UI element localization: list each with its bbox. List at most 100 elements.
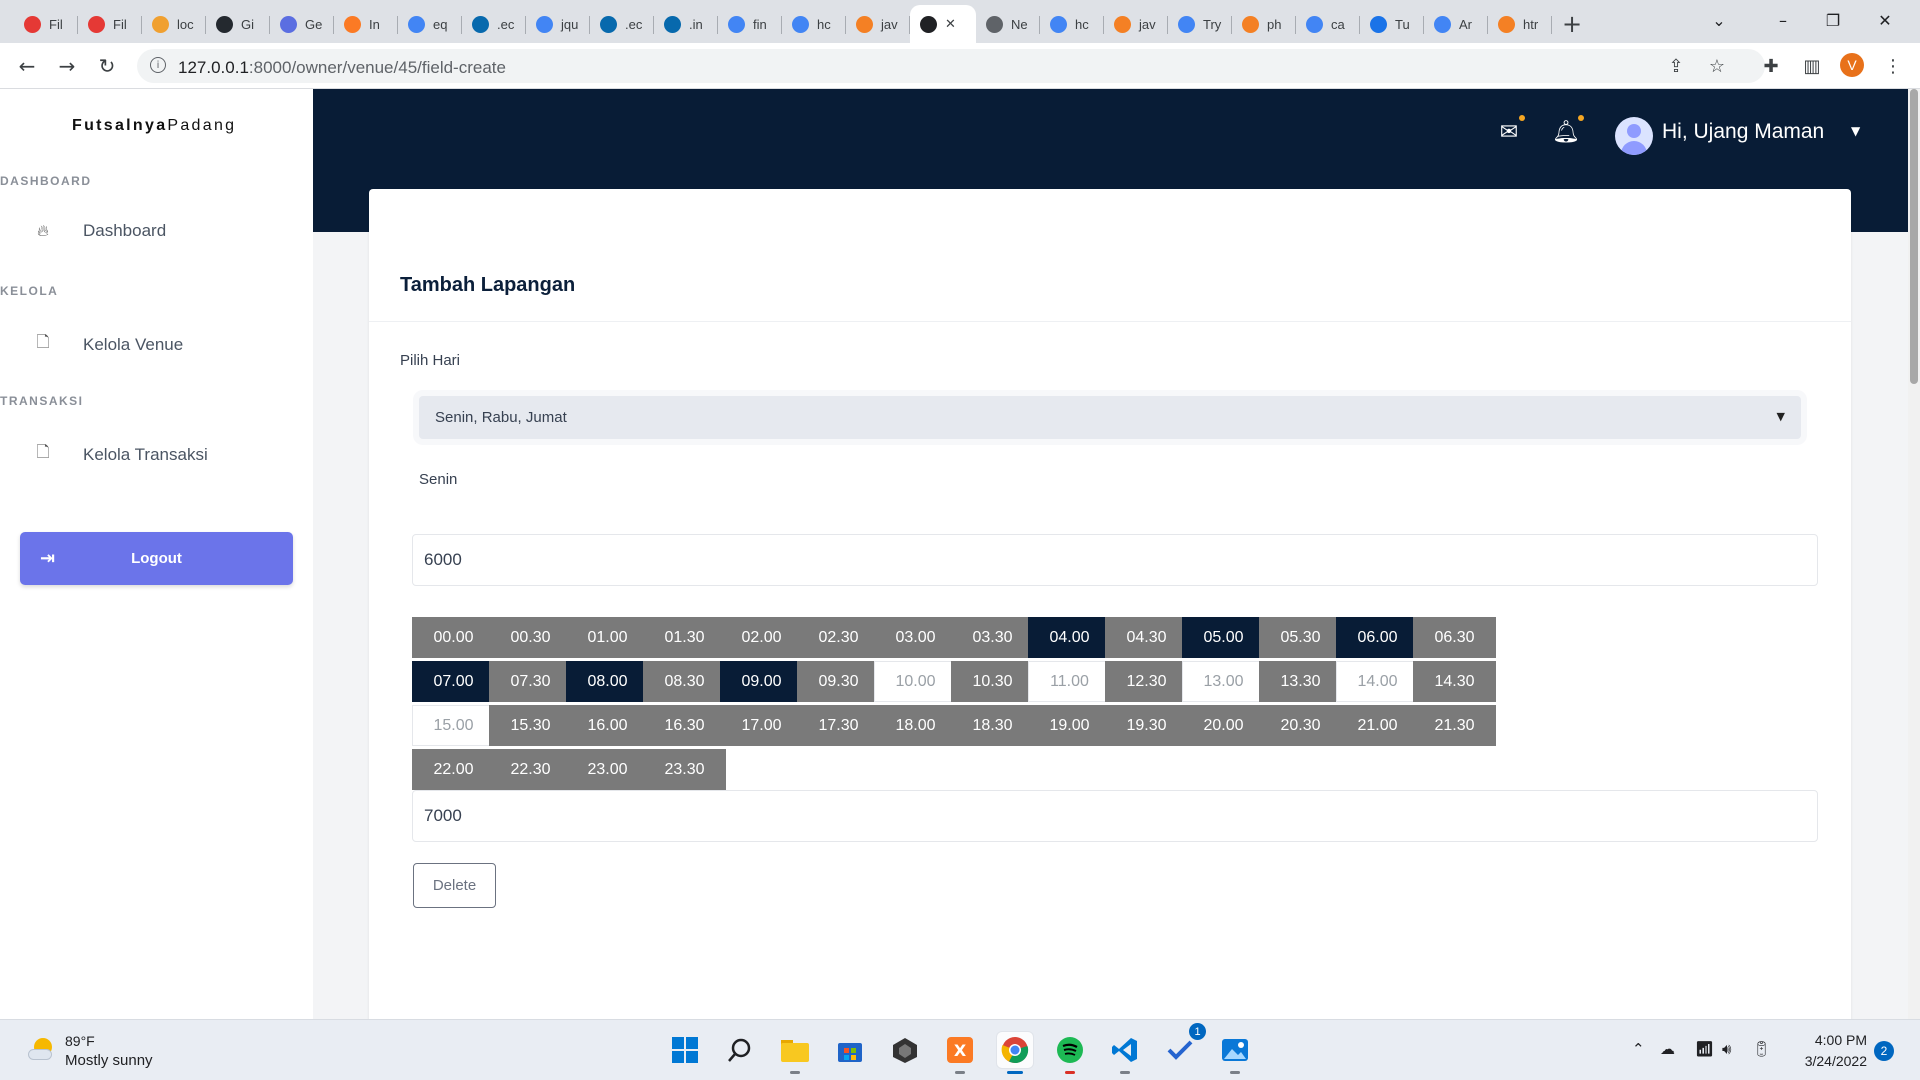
sidebar-item-kelola-venue[interactable]: 🗋 Kelola Venue [33,331,184,358]
time-slot-button[interactable]: 10.00 [874,661,957,702]
price-input[interactable] [412,534,1818,586]
scrollbar-thumb[interactable] [1910,89,1918,384]
onedrive-icon[interactable]: ☁ [1660,1040,1675,1058]
battery-icon[interactable]: 🔋︎ [1752,1040,1771,1058]
time-slot-button[interactable]: 01.30 [643,617,726,658]
weather-description[interactable]: Mostly sunny [65,1052,153,1069]
clock-time[interactable]: 4:00 PM [1777,1032,1867,1048]
browser-tab[interactable]: Fil [78,5,142,43]
time-slot-button[interactable]: 05.30 [1259,617,1342,658]
browser-tab[interactable]: hc [782,5,846,43]
time-slot-button[interactable]: 00.00 [412,617,495,658]
browser-tab[interactable]: hc [1040,5,1104,43]
price-input[interactable] [412,790,1818,842]
user-greeting[interactable]: Hi, Ujang Maman [1662,120,1824,144]
browser-tab[interactable]: loc [142,5,206,43]
time-slot-button[interactable]: 22.00 [412,749,495,790]
browser-tab[interactable]: fin [718,5,782,43]
time-slot-button[interactable]: 11.00 [1028,661,1111,702]
browser-tab[interactable]: ca [1296,5,1360,43]
browser-tab[interactable]: Ge [270,5,334,43]
side-panel-icon[interactable]: ▥ [1797,51,1827,81]
time-slot-button[interactable]: 03.30 [951,617,1034,658]
restore-icon[interactable]: ❐ [1808,0,1858,40]
time-slot-button[interactable]: 08.30 [643,661,726,702]
time-slot-button[interactable]: 16.30 [643,705,726,746]
browser-tab[interactable]: .in [654,5,718,43]
store-icon[interactable] [832,1032,868,1068]
time-slot-button[interactable]: 15.30 [489,705,572,746]
forward-icon[interactable]: → [52,51,82,81]
browser-tab[interactable]: In [334,5,398,43]
browser-tab[interactable]: htr [1488,5,1552,43]
time-slot-button[interactable]: 06.30 [1413,617,1496,658]
search-icon[interactable] [722,1032,758,1068]
time-slot-button[interactable]: 04.00 [1028,617,1111,658]
time-slot-button[interactable]: 13.30 [1259,661,1342,702]
address-bar[interactable]: i 127.0.0.1:8000/owner/venue/45/field-cr… [137,49,1765,83]
browser-tab[interactable]: Ne [976,5,1040,43]
vscode-icon[interactable] [1107,1032,1143,1074]
mail-icon[interactable]: ✉ [1494,117,1524,147]
browser-tab[interactable]: jqu [526,5,590,43]
time-slot-button[interactable]: 21.00 [1336,705,1419,746]
time-slot-button[interactable]: 15.00 [412,705,495,746]
chevron-up-icon[interactable]: ⌃ [1632,1040,1645,1058]
time-slot-button[interactable]: 10.30 [951,661,1034,702]
menu-icon[interactable]: ⋮ [1878,51,1908,81]
todo-icon[interactable]: 1 [1162,1023,1206,1068]
time-slot-button[interactable]: 07.00 [412,661,495,702]
time-slot-button[interactable]: 09.00 [720,661,803,702]
start-icon[interactable] [667,1032,703,1068]
time-slot-button[interactable]: 01.00 [566,617,649,658]
site-info-icon[interactable]: i [150,57,166,73]
new-tab-icon[interactable]: + [1552,5,1592,43]
browser-tab[interactable]: ph [1232,5,1296,43]
tab-search-icon[interactable]: ⌄ [1694,0,1744,40]
browser-tab[interactable]: jav [846,5,910,43]
time-slot-button[interactable]: 22.30 [489,749,572,790]
time-slot-button[interactable]: 13.00 [1182,661,1265,702]
time-slot-button[interactable]: 07.30 [489,661,572,702]
time-slot-button[interactable]: 17.00 [720,705,803,746]
time-slot-button[interactable]: 14.30 [1413,661,1496,702]
time-slot-button[interactable]: 23.30 [643,749,726,790]
time-slot-button[interactable]: 19.30 [1105,705,1188,746]
brand-logo[interactable]: FutsalnyaPadang [72,117,236,135]
notification-count-badge[interactable]: 2 [1874,1041,1894,1061]
chrome-icon[interactable] [997,1032,1033,1074]
time-slot-button[interactable]: 06.00 [1336,617,1419,658]
time-slot-button[interactable]: 00.30 [489,617,572,658]
spotify-icon[interactable] [1052,1032,1088,1074]
time-slot-button[interactable]: 03.00 [874,617,957,658]
close-tab-icon[interactable]: ✕ [945,17,956,32]
profile-avatar[interactable]: V [1840,53,1864,77]
day-select[interactable]: Senin, Rabu, Jumat ▼ [419,396,1801,439]
unity-icon[interactable] [887,1032,923,1068]
page-scrollbar[interactable] [1908,89,1920,1019]
browser-tab[interactable]: eq [398,5,462,43]
weather-icon[interactable] [26,1036,54,1064]
bookmark-star-icon[interactable]: ☆ [1702,51,1732,81]
time-slot-button[interactable]: 17.30 [797,705,880,746]
time-slot-button[interactable]: 20.00 [1182,705,1265,746]
time-slot-button[interactable]: 09.30 [797,661,880,702]
clock-date[interactable]: 3/24/2022 [1777,1053,1867,1069]
browser-tab[interactable]: Tu [1360,5,1424,43]
file-explorer-icon[interactable] [777,1032,813,1074]
sidebar-item-dashboard[interactable]: 🔥︎ Dashboard [33,221,166,241]
time-slot-button[interactable]: 21.30 [1413,705,1496,746]
time-slot-button[interactable]: 08.00 [566,661,649,702]
browser-tab[interactable]: .ec [462,5,526,43]
time-slot-button[interactable]: 19.00 [1028,705,1111,746]
xampp-icon[interactable]: X [942,1032,978,1074]
photos-icon[interactable] [1217,1032,1253,1074]
volume-icon[interactable]: 🔊︎ [1722,1040,1731,1058]
wifi-icon[interactable]: 📶︎ [1695,1040,1714,1058]
share-icon[interactable]: ⇪ [1661,51,1691,81]
browser-tab[interactable]: .ec [590,5,654,43]
delete-button[interactable]: Delete [413,863,496,908]
browser-tab[interactable]: Ar [1424,5,1488,43]
time-slot-button[interactable]: 02.00 [720,617,803,658]
browser-tab[interactable]: Try [1168,5,1232,43]
